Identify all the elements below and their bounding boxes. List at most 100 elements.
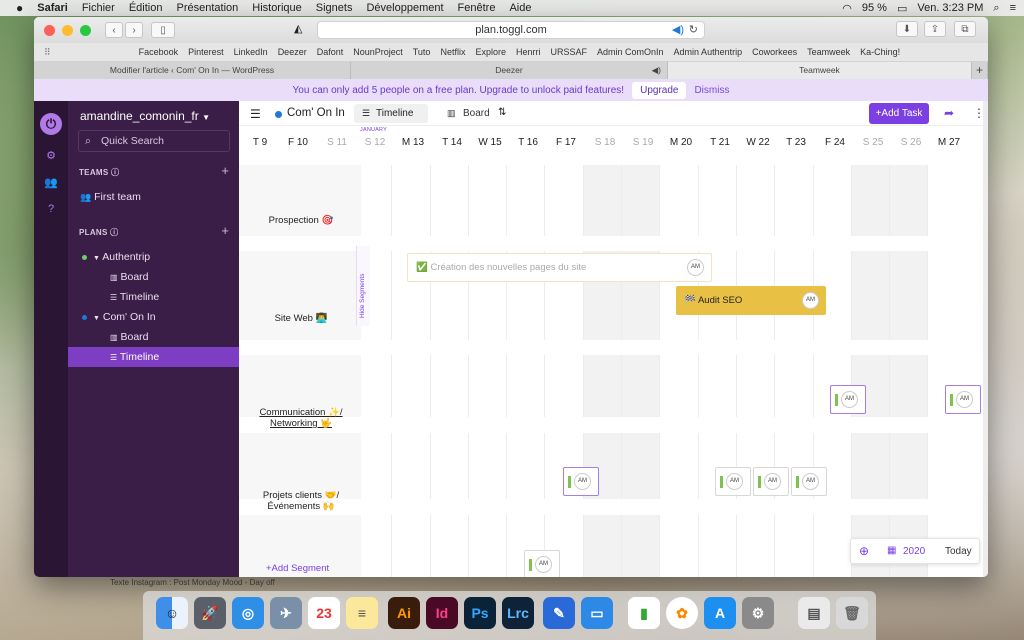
today-button[interactable]: Today — [945, 546, 972, 557]
audio-icon[interactable]: ◀) — [672, 22, 684, 38]
clock[interactable]: Ven. 3:23 PM — [917, 2, 983, 14]
help-icon[interactable]: ? — [48, 203, 54, 215]
favorite-link[interactable]: URSSAF — [551, 47, 588, 57]
favorite-link[interactable]: Admin ComOnIn — [597, 47, 664, 57]
tab-timeline[interactable]: ☰ Timeline — [354, 104, 428, 123]
scrollbar[interactable] — [983, 101, 988, 577]
favorite-link[interactable]: Tuto — [413, 47, 431, 57]
favorite-link[interactable]: Ka-Ching! — [860, 47, 900, 57]
battery-percent[interactable]: 95 % — [862, 2, 887, 14]
downloads-stack-icon[interactable]: ▤ — [798, 597, 830, 629]
sidebar-item-authentrip-board[interactable]: ▥ Board — [68, 267, 239, 287]
add-task-button[interactable]: +Add Task — [869, 103, 929, 124]
indesign-icon[interactable]: Id — [426, 597, 458, 629]
year-selector[interactable]: 2020 — [903, 546, 925, 557]
menu-developpement[interactable]: Développement — [366, 2, 443, 14]
search-icon[interactable]: ⌕ — [993, 2, 999, 15]
safari-icon[interactable]: ◎ — [232, 597, 264, 629]
favorite-link[interactable]: Henrri — [516, 47, 541, 57]
project-title[interactable]: Com' On In — [287, 107, 345, 119]
grid-icon[interactable]: ⠿ — [44, 47, 51, 58]
tab-deezer[interactable]: Deezer ◀) — [351, 62, 668, 79]
menu-edition[interactable]: Édition — [129, 2, 163, 14]
tab-wordpress[interactable]: Modifier l'article ‹ Com' On In — WordPr… — [34, 62, 351, 79]
dismiss-button[interactable]: Dismiss — [694, 85, 729, 96]
tabs-overview-icon[interactable]: ⧉ — [954, 21, 976, 37]
illustrator-icon[interactable]: Ai — [388, 597, 420, 629]
task-tile[interactable]: AM — [945, 385, 981, 414]
launchpad-icon[interactable]: 🚀 — [194, 597, 226, 629]
favorite-link[interactable]: Coworkees — [752, 47, 797, 57]
task-creation-pages[interactable]: ✅ Création des nouvelles pages du site A… — [407, 253, 712, 282]
sidebar-toggle-icon[interactable]: ▯ — [151, 22, 175, 38]
privacy-icon[interactable]: ◭ — [294, 22, 302, 35]
favorite-link[interactable]: Teamweek — [807, 47, 850, 57]
favorite-link[interactable]: Deezer — [278, 47, 307, 57]
pages-icon[interactable]: ✎ — [543, 597, 575, 629]
calendar-icon[interactable]: 23 — [308, 597, 340, 629]
forward-button[interactable]: › — [125, 22, 143, 38]
wifi-icon[interactable]: ◠ — [842, 2, 852, 15]
hide-segments-toggle[interactable]: Hide Segments — [356, 246, 370, 326]
menu-presentation[interactable]: Présentation — [176, 2, 238, 14]
finder-icon[interactable]: ☺ — [156, 597, 188, 629]
menu-historique[interactable]: Historique — [252, 2, 302, 14]
keynote-icon[interactable]: ▭ — [581, 597, 613, 629]
filter-icon[interactable]: ⇅ — [498, 107, 506, 118]
reload-icon[interactable]: ↻ — [689, 22, 698, 38]
download-icon[interactable]: ⬇ — [896, 21, 918, 37]
favorite-link[interactable]: LinkedIn — [234, 47, 268, 57]
task-tile[interactable]: AM — [715, 467, 751, 496]
calendar-icon[interactable]: ▦ — [887, 545, 896, 556]
add-segment-button[interactable]: +Add Segment — [266, 563, 329, 574]
sidebar-item-com-on-in[interactable]: ▼ Com' On In — [68, 307, 239, 327]
new-tab-button[interactable]: + — [972, 62, 988, 79]
favorite-link[interactable]: Explore — [475, 47, 506, 57]
menu-signets[interactable]: Signets — [316, 2, 353, 14]
speaker-icon[interactable]: ◀) — [652, 62, 661, 79]
favorite-link[interactable]: Pinterest — [188, 47, 224, 57]
segment-label[interactable]: Communication ✨/ Networking 🤟 — [247, 407, 355, 429]
task-tile[interactable]: AM — [753, 467, 789, 496]
task-audit-seo[interactable]: 🏁 Audit SEO AM — [676, 286, 826, 315]
task-tile[interactable]: AM — [563, 467, 599, 496]
sidebar-item-first-team[interactable]: 👥 First team — [68, 187, 239, 207]
share-icon[interactable]: ⇪ — [924, 21, 946, 37]
add-plan-button[interactable]: + — [221, 223, 229, 238]
task-tile[interactable]: AM — [791, 467, 827, 496]
task-tile[interactable]: AM — [524, 550, 560, 577]
photoshop-icon[interactable]: Ps — [464, 597, 496, 629]
apple-icon[interactable]: ● — [16, 1, 23, 15]
upgrade-button[interactable]: Upgrade — [632, 81, 687, 99]
tab-teamweek[interactable]: Teamweek — [668, 62, 972, 79]
toggl-logo[interactable]: ⏻ — [40, 113, 62, 135]
tab-board[interactable]: ▥ Board — [437, 104, 490, 123]
segment-label[interactable]: Site Web 👨‍💻 — [247, 313, 355, 324]
favorite-link[interactable]: Netflix — [440, 47, 465, 57]
system-preferences-icon[interactable]: ⚙ — [742, 597, 774, 629]
photos-icon[interactable]: ✿ — [666, 597, 698, 629]
notes-icon[interactable]: ≡ — [346, 597, 378, 629]
numbers-icon[interactable]: ▮ — [628, 597, 660, 629]
user-menu[interactable]: amandine_comonin_fr ▼ — [80, 109, 210, 123]
task-tile[interactable]: AM — [830, 385, 866, 414]
add-team-button[interactable]: + — [221, 163, 229, 178]
battery-icon[interactable]: ▭ — [897, 2, 907, 15]
menu-extras-icon[interactable]: ≡ — [1010, 2, 1016, 14]
sidebar-item-com-on-in-board[interactable]: ▥ Board — [68, 327, 239, 347]
favorite-link[interactable]: Facebook — [139, 47, 179, 57]
sidebar-item-authentrip[interactable]: ▼ Authentrip — [68, 247, 239, 267]
preview-icon[interactable]: ✈ — [270, 597, 302, 629]
menu-fichier[interactable]: Fichier — [82, 2, 115, 14]
menu-app[interactable]: Safari — [37, 2, 68, 14]
favorite-link[interactable]: Dafont — [317, 47, 344, 57]
close-window-button[interactable] — [44, 24, 55, 36]
back-button[interactable]: ‹ — [105, 22, 123, 38]
app-store-icon[interactable]: A — [704, 597, 736, 629]
share-icon[interactable]: ➦ — [944, 106, 954, 120]
menu-aide[interactable]: Aide — [509, 2, 531, 14]
settings-icon[interactable]: ⚙ — [46, 149, 56, 162]
segment-label[interactable]: Projets clients 🤝/ Événements 🙌 — [247, 490, 355, 512]
lightroom-icon[interactable]: Lrc — [502, 597, 534, 629]
sidebar-item-authentrip-timeline[interactable]: ☰ Timeline — [68, 287, 239, 307]
